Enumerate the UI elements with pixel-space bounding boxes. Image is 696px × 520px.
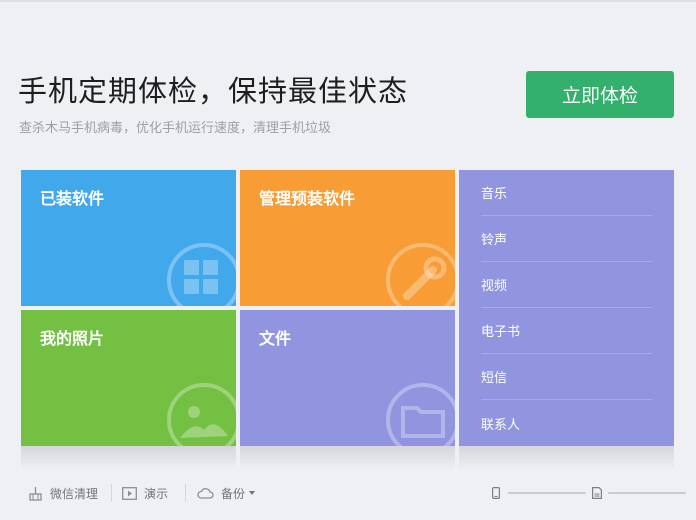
divider [185,484,186,502]
side-item-ringtones[interactable]: 铃声 [481,216,652,262]
side-item-videos[interactable]: 视频 [481,262,652,308]
tile-my-photos-label: 我的照片 [40,329,105,348]
media-category-panel: 音乐 铃声 视频 电子书 短信 联系人 [459,170,674,446]
wechat-clean-label: 微信清理 [50,486,99,501]
demo-label: 演示 [144,486,169,501]
tile-preinstalled-apps-label: 管理预装软件 [259,189,356,208]
side-item-sms[interactable]: 短信 [481,354,652,400]
sd-card-icon [592,487,602,499]
side-item-music[interactable]: 音乐 [481,170,652,216]
tile-files[interactable]: 文件 [240,310,455,446]
play-icon [122,486,137,500]
broom-icon [29,486,42,501]
start-checkup-button[interactable]: 立即体检 [526,71,674,118]
page-subtitle: 查杀木马手机病毒，优化手机运行速度，清理手机垃圾 [19,121,332,136]
wechat-clean-button[interactable]: 微信清理 [28,476,98,510]
side-item-contacts[interactable]: 联系人 [481,400,652,446]
tile-preinstalled-apps[interactable]: 管理预装软件 [240,170,455,306]
tile-reflection [21,446,236,470]
wrench-icon [386,243,455,306]
backup-dropdown[interactable]: 备份 [197,476,256,510]
tile-my-photos[interactable]: 我的照片 [21,310,236,446]
cloud-icon [197,488,214,499]
chevron-down-icon [249,491,256,495]
tile-reflection [240,446,455,470]
tile-files-label: 文件 [259,329,292,348]
top-border [0,0,696,2]
apps-grid-icon [167,243,236,306]
page-title: 手机定期体检，保持最佳状态 [18,74,409,108]
tile-installed-apps[interactable]: 已装软件 [21,170,236,306]
demo-button[interactable]: 演示 [122,476,168,510]
sd-card-storage-bar [608,492,686,494]
photo-icon [167,383,236,446]
phone-storage-bar [508,492,586,494]
side-item-ebooks[interactable]: 电子书 [481,308,652,354]
phone-storage-icon [492,487,500,499]
divider [111,484,112,502]
folder-icon [386,383,455,446]
bottom-toolbar: 微信清理 演示 备份 [0,476,696,510]
backup-label: 备份 [221,486,246,501]
tile-installed-apps-label: 已装软件 [40,189,105,208]
tile-reflection [459,446,674,470]
